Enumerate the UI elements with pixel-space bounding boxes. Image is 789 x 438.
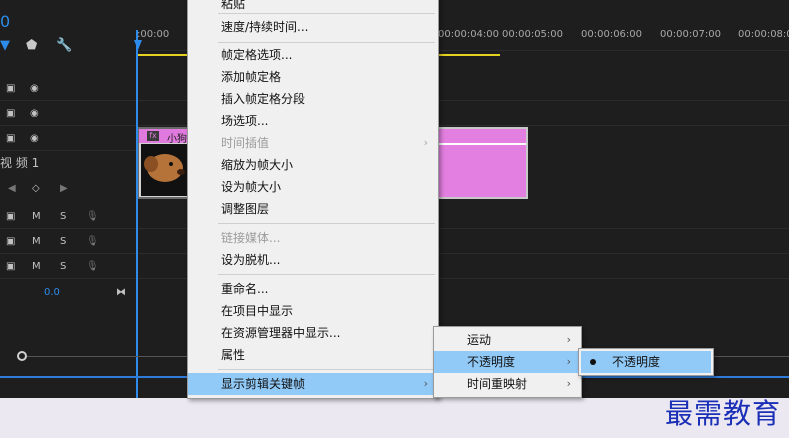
menu-item-show-clip-keyframes[interactable]: 显示剪辑关键帧 › — [188, 373, 438, 395]
track-header-v1: ▣ ◉ — [0, 128, 136, 151]
submenu-item-motion[interactable]: 运动 › — [434, 329, 581, 351]
submenu-arrow-icon: › — [566, 333, 571, 346]
microphone-icon[interactable]: 🎙 — [86, 231, 99, 253]
menu-item-time-interpolation: 时间插值 › — [188, 132, 438, 154]
jump-to-end-icon[interactable]: ⧓ — [116, 282, 126, 304]
keyframe-nav-row: ◀ ◇ ▶ — [0, 178, 136, 200]
menu-item-rename[interactable]: 重命名... — [188, 278, 438, 300]
menu-item-properties[interactable]: 属性 — [188, 344, 438, 366]
opacity-keyframe-line[interactable] — [438, 143, 526, 145]
menu-item-label: 运动 — [467, 333, 492, 347]
track-header-a3: ▣ M S 🎙 — [0, 256, 136, 279]
eye-icon[interactable]: ◉ — [30, 78, 39, 100]
clip-header: fx 小狗 — [139, 129, 189, 145]
submenu-arrow-icon: › — [423, 136, 428, 149]
track-header-a2: ▣ M S 🎙 — [0, 231, 136, 254]
microphone-icon[interactable]: 🎙 — [86, 206, 99, 228]
clip-thumbnail — [141, 144, 187, 196]
mute-button[interactable]: M — [32, 206, 41, 228]
track-name-row: 视 频 1 — [0, 152, 136, 174]
master-track-header: 0.0 ⧓ — [0, 282, 136, 304]
menu-item-adjustment-layer[interactable]: 调整图层 — [188, 198, 438, 220]
menu-item-set-to-frame-size[interactable]: 设为帧大小 — [188, 176, 438, 198]
fx-badge: fx — [147, 131, 159, 141]
menu-item-label: 不透明度 — [467, 355, 516, 369]
film-icon[interactable]: ▣ — [6, 78, 15, 100]
track-header-v2: ▣ ◉ — [0, 103, 136, 126]
film-icon[interactable]: ▣ — [6, 231, 15, 253]
film-icon[interactable]: ▣ — [6, 256, 15, 278]
ruler-tick: 00:00:05:00 — [502, 29, 564, 40]
menu-item-insert-frame-hold-segment[interactable]: 插入帧定格分段 — [188, 88, 438, 110]
solo-button[interactable]: S — [60, 231, 66, 253]
video-clip[interactable]: fx 小狗 — [137, 127, 191, 199]
menu-item-link-media: 链接媒体... — [221, 231, 281, 245]
prev-keyframe-icon[interactable]: ◀ — [8, 178, 16, 200]
submenu-opacity: 不透明度 — [578, 348, 714, 376]
submenu-arrow-icon: › — [566, 377, 571, 390]
menu-separator — [218, 13, 435, 14]
playhead-handle[interactable] — [134, 40, 142, 50]
menu-separator — [218, 223, 435, 224]
menu-item-add-frame-hold[interactable]: 添加帧定格 — [188, 66, 438, 88]
add-keyframe-icon[interactable]: ◇ — [32, 178, 40, 200]
menu-item-label: 不透明度 — [612, 355, 661, 369]
eye-icon[interactable]: ◉ — [30, 103, 39, 125]
menu-item-frame-hold-options[interactable]: 帧定格选项... — [188, 44, 438, 66]
menu-item-label: 时间插值 — [221, 136, 270, 150]
submenu-arrow-icon: › — [566, 355, 571, 368]
radio-dot-icon — [590, 359, 596, 365]
menu-item-reveal-in-explorer[interactable]: 在资源管理器中显示... — [188, 322, 438, 344]
track-header-a1: ▣ M S 🎙 — [0, 206, 136, 229]
audio-level-value[interactable]: 0.0 — [44, 282, 60, 304]
submenu-clip-keyframes: 运动 › 不透明度 › 时间重映射 › — [433, 326, 582, 398]
menu-item-reveal-in-project[interactable]: 在项目中显示 — [188, 300, 438, 322]
eye-icon[interactable]: ◉ — [30, 128, 39, 150]
submenu-arrow-icon: › — [423, 377, 428, 390]
microphone-icon[interactable]: 🎙 — [86, 256, 99, 278]
context-menu: 粘贴 速度/持续时间... 帧定格选项... 添加帧定格 插入帧定格分段 场选项… — [187, 0, 439, 399]
mute-button[interactable]: M — [32, 231, 41, 253]
watermark-text: 最需教育 — [664, 397, 781, 430]
timecode-display[interactable]: 0 — [0, 12, 10, 31]
menu-item-speed-duration[interactable]: 速度/持续时间... — [188, 16, 438, 38]
solo-button[interactable]: S — [60, 206, 66, 228]
zoom-handle[interactable] — [17, 351, 27, 361]
menu-separator — [218, 42, 435, 43]
wrench-icon[interactable]: 🔧 — [56, 38, 72, 53]
film-icon[interactable]: ▣ — [6, 206, 15, 228]
ruler-tick: 00:00:07:00 — [660, 29, 722, 40]
ruler-tick: 00:00:08:0 — [738, 29, 789, 40]
menu-item-make-offline[interactable]: 设为脱机... — [188, 249, 438, 271]
mute-button[interactable]: M — [32, 256, 41, 278]
video-clip-selected[interactable] — [436, 127, 528, 199]
track-name: 视 频 1 — [0, 156, 40, 170]
playhead[interactable] — [136, 30, 138, 400]
clip-title: 小狗 — [167, 134, 187, 145]
ruler-tick: 00:00:06:00 — [581, 29, 643, 40]
film-icon[interactable]: ▣ — [6, 103, 15, 125]
submenu-item-time-remapping[interactable]: 时间重映射 › — [434, 373, 581, 395]
menu-separator — [218, 274, 435, 275]
film-icon[interactable]: ▣ — [6, 128, 15, 150]
snap-icon[interactable]: ▼ — [0, 38, 10, 53]
menu-item-scale-to-frame-size[interactable]: 缩放为帧大小 — [188, 154, 438, 176]
ruler-tick: 00:00:04:00 — [438, 29, 500, 40]
track-header-v3: ▣ ◉ — [0, 78, 136, 101]
marker-icon[interactable]: ⬟ — [26, 38, 37, 53]
menu-separator — [218, 369, 435, 370]
submenu-item-opacity[interactable]: 不透明度 › — [434, 351, 581, 373]
next-keyframe-icon[interactable]: ▶ — [60, 178, 68, 200]
submenu-item-opacity-checked[interactable]: 不透明度 — [581, 351, 711, 373]
menu-item-label: 时间重映射 — [467, 377, 528, 391]
menu-item-field-options[interactable]: 场选项... — [188, 110, 438, 132]
solo-button[interactable]: S — [60, 256, 66, 278]
ruler-tick: :00:00 — [137, 29, 170, 40]
menu-item-label: 显示剪辑关键帧 — [221, 377, 306, 391]
